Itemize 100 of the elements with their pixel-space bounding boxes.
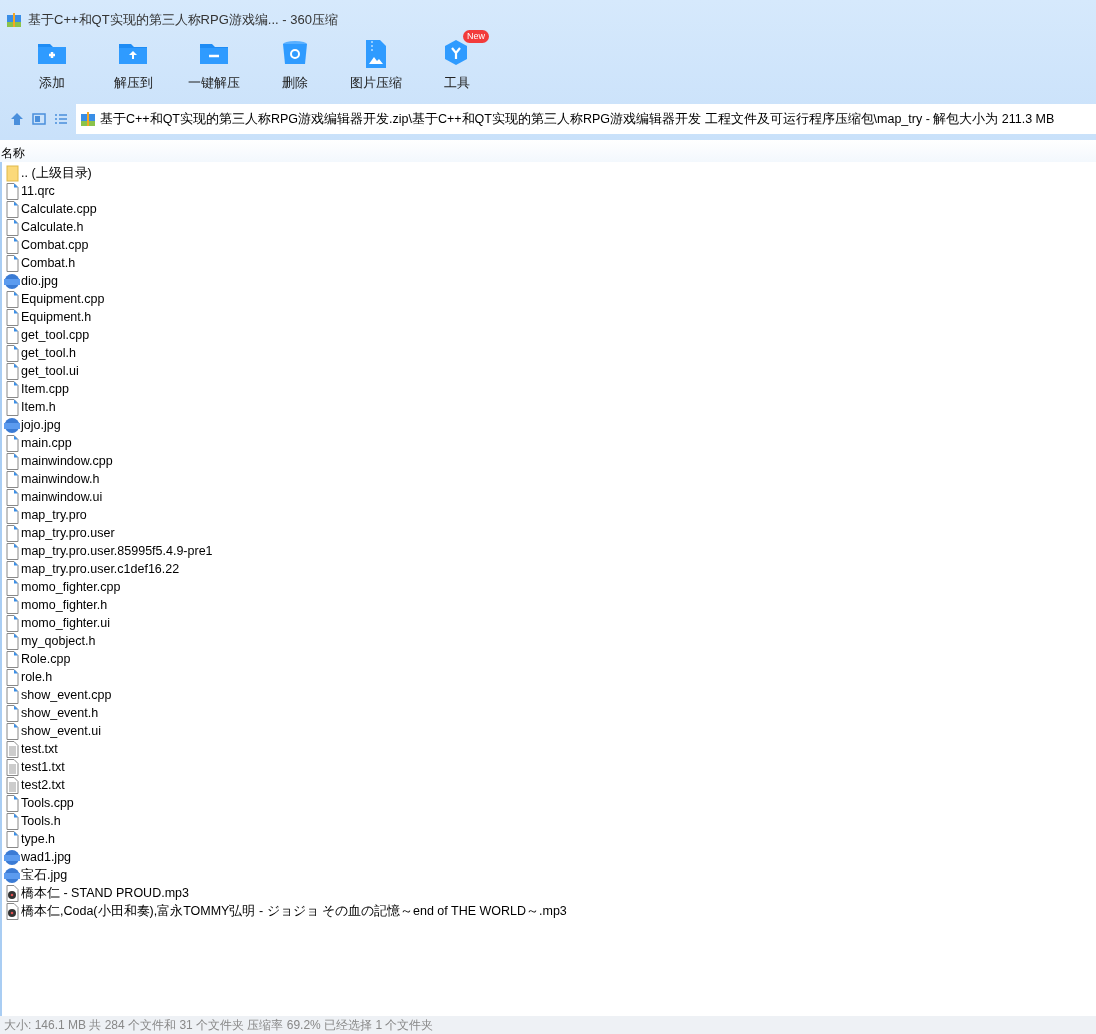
- file-icon: [4, 326, 20, 344]
- file-icon: [4, 578, 20, 596]
- archive-icon: [80, 111, 96, 127]
- file-name[interactable]: Role.cpp: [21, 649, 71, 669]
- up-arrow-icon[interactable]: [10, 112, 24, 126]
- file-name[interactable]: Tools.h: [21, 811, 61, 831]
- file-name[interactable]: mainwindow.ui: [21, 487, 103, 507]
- file-icon: [4, 380, 20, 398]
- window-title: 基于C++和QT实现的第三人称RPG游戏编... - 360压缩: [28, 10, 338, 29]
- file-icon: [4, 686, 20, 704]
- image-file-icon: [4, 866, 20, 884]
- file-name[interactable]: Item.h: [21, 397, 56, 417]
- file-name[interactable]: Tools.cpp: [21, 793, 74, 813]
- file-name[interactable]: mainwindow.cpp: [21, 451, 113, 471]
- file-icon: [4, 200, 20, 218]
- file-icon: [4, 524, 20, 542]
- file-name[interactable]: show_event.ui: [21, 721, 101, 741]
- file-icon: [4, 722, 20, 740]
- file-name[interactable]: map_try.pro.user.c1def16.22: [21, 559, 180, 579]
- file-icon: [4, 218, 20, 236]
- archive-icon: [6, 12, 22, 29]
- file-icon: [4, 290, 20, 308]
- file-name[interactable]: test2.txt: [21, 775, 65, 795]
- file-name[interactable]: role.h: [21, 667, 53, 687]
- file-icon: [4, 794, 20, 812]
- file-name[interactable]: Calculate.h: [21, 217, 84, 237]
- file-icon: [4, 452, 20, 470]
- column-header[interactable]: 名称: [1, 146, 25, 160]
- file-name[interactable]: Calculate.cpp: [21, 199, 97, 219]
- file-name[interactable]: Equipment.h: [21, 307, 92, 327]
- add-button[interactable]: 添加: [13, 32, 91, 98]
- file-name[interactable]: show_event.cpp: [21, 685, 112, 705]
- file-name[interactable]: wad1.jpg: [21, 847, 72, 867]
- file-name[interactable]: get_tool.cpp: [21, 325, 90, 345]
- file-icon: [4, 830, 20, 848]
- file-name[interactable]: get_tool.ui: [21, 361, 79, 381]
- file-name[interactable]: map_try.pro.user: [21, 523, 115, 543]
- file-name[interactable]: test1.txt: [21, 757, 65, 777]
- file-icon: [4, 398, 20, 416]
- file-icon: [4, 470, 20, 488]
- image-button[interactable]: 图片压缩: [337, 32, 415, 98]
- file-icon: [4, 344, 20, 362]
- file-icon: [4, 650, 20, 668]
- tools-button[interactable]: New 工具: [418, 32, 496, 98]
- file-icon: [4, 704, 20, 722]
- file-icon: [4, 362, 20, 380]
- file-name[interactable]: 宝石.jpg: [21, 865, 68, 885]
- file-icon: [4, 308, 20, 326]
- file-name[interactable]: Combat.h: [21, 253, 76, 273]
- image-file-icon: [4, 272, 20, 290]
- file-icon: [4, 434, 20, 452]
- file-name[interactable]: Item.cpp: [21, 379, 69, 399]
- file-name[interactable]: jojo.jpg: [21, 415, 61, 435]
- text-file-icon: [4, 776, 20, 794]
- file-name[interactable]: dio.jpg: [21, 271, 58, 291]
- file-name[interactable]: momo_fighter.ui: [21, 613, 110, 633]
- address-field[interactable]: 基于C++和QT实现的第三人称RPG游戏编辑器开发.zip\基于C++和QT实现的第三人称RPG游戏编辑器开发 工程文件及可运行程序压缩包\map_try - 解包大小为 211.3 MB: [76, 104, 1096, 134]
- file-name[interactable]: 11.qrc: [21, 181, 55, 201]
- file-name[interactable]: 橋本仁 - STAND PROUD.mp3: [21, 883, 189, 903]
- image-file-icon: [4, 416, 20, 434]
- thumbnail-view-icon[interactable]: [32, 113, 46, 125]
- file-icon: [4, 668, 20, 686]
- file-name[interactable]: mainwindow.h: [21, 469, 100, 489]
- new-badge: New: [463, 30, 489, 43]
- file-icon: [4, 614, 20, 632]
- status-bar: 大小: 146.1 MB 共 284 个文件和 31 个文件夹 压缩率 69.2% 已经选择 1 个文件夹: [0, 1016, 1096, 1034]
- file-icon: [4, 560, 20, 578]
- file-icon: [4, 632, 20, 650]
- file-icon: [4, 182, 20, 200]
- file-icon: [4, 488, 20, 506]
- file-name[interactable]: map_try.pro.user.85995f5.4.9-pre1: [21, 541, 213, 561]
- file-icon: [4, 812, 20, 830]
- delete-button[interactable]: 删除: [256, 32, 334, 98]
- file-name[interactable]: momo_fighter.h: [21, 595, 108, 615]
- file-name[interactable]: 橋本仁,Coda(小田和奏),富永TOMMY弘明 - ジョジョ その血の記憶～end of THE WORLD～.mp3: [21, 901, 567, 921]
- file-name[interactable]: get_tool.h: [21, 343, 76, 363]
- extract-button[interactable]: 解压到: [94, 32, 172, 98]
- file-icon: [4, 596, 20, 614]
- audio-file-icon: [4, 902, 20, 920]
- list-view-icon[interactable]: [54, 113, 68, 125]
- oneclick-button[interactable]: 一键解压: [175, 32, 253, 98]
- file-name[interactable]: Combat.cpp: [21, 235, 89, 255]
- file-name[interactable]: main.cpp: [21, 433, 72, 453]
- file-icon: [4, 542, 20, 560]
- audio-file-icon: [4, 884, 20, 902]
- file-name[interactable]: momo_fighter.cpp: [21, 577, 121, 597]
- text-file-icon: [4, 758, 20, 776]
- file-icon: [4, 506, 20, 524]
- text-file-icon: [4, 740, 20, 758]
- file-icon: [4, 254, 20, 272]
- file-name[interactable]: type.h: [21, 829, 56, 849]
- file-name[interactable]: test.txt: [21, 739, 58, 759]
- file-name[interactable]: Equipment.cpp: [21, 289, 105, 309]
- file-icon: [4, 236, 20, 254]
- file-name[interactable]: map_try.pro: [21, 505, 87, 525]
- image-file-icon: [4, 848, 20, 866]
- file-name[interactable]: my_qobject.h: [21, 631, 96, 651]
- folder-icon: [4, 164, 20, 182]
- file-name[interactable]: .. (上级目录): [21, 163, 92, 183]
- file-name[interactable]: show_event.h: [21, 703, 99, 723]
